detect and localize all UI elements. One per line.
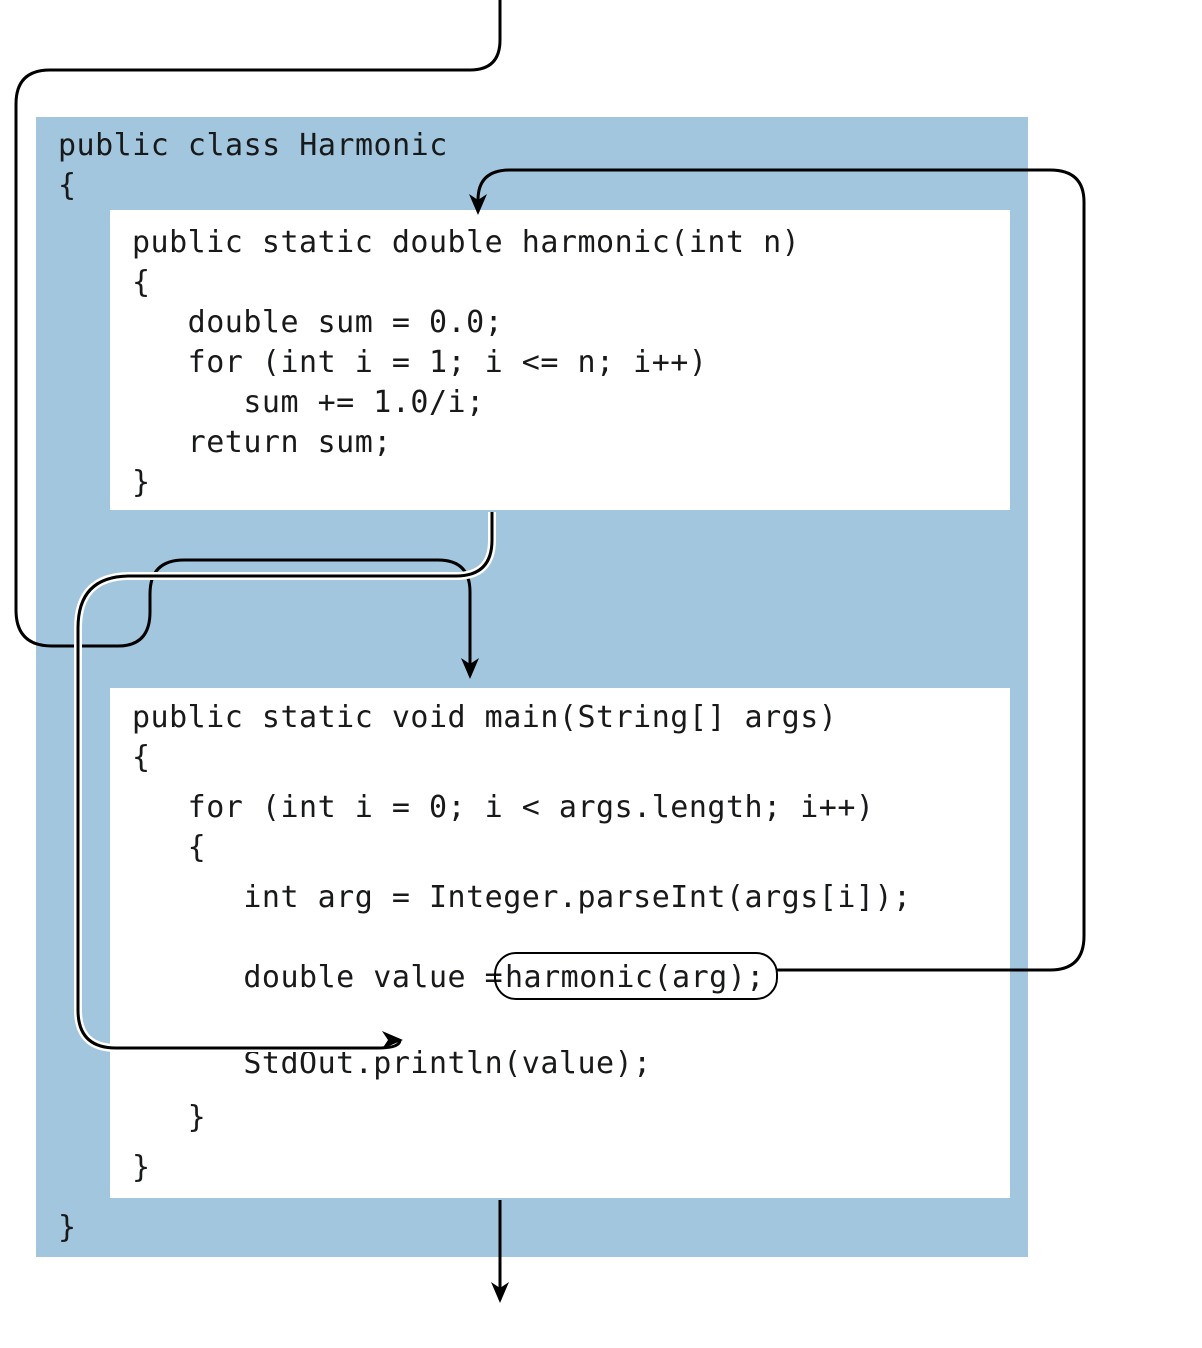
- harmonic-l2: {: [132, 265, 151, 300]
- class-decl-line-1: public class Harmonic: [58, 128, 448, 163]
- main-l3: for (int i = 0; i < args.length; i++): [132, 790, 874, 825]
- main-l6a: double value =: [132, 960, 522, 995]
- main-sig: public static void main(String[] args): [132, 700, 837, 735]
- harmonic-l5: sum += 1.0/i;: [132, 385, 485, 420]
- harmonic-l4: for (int i = 1; i <= n; i++): [132, 345, 707, 380]
- class-close-brace: }: [58, 1210, 77, 1245]
- harmonic-l3: double sum = 0.0;: [132, 305, 503, 340]
- harmonic-sig: public static double harmonic(int n): [132, 225, 800, 260]
- main-l2: {: [132, 740, 151, 775]
- class-decl-line-2: {: [58, 168, 77, 203]
- main-l8: }: [132, 1100, 206, 1135]
- main-l4: {: [132, 830, 206, 865]
- call-highlight: [494, 952, 778, 1000]
- main-l9: }: [132, 1150, 151, 1185]
- harmonic-l6: return sum;: [132, 425, 392, 460]
- harmonic-l7: }: [132, 465, 151, 500]
- main-method-box: [110, 688, 1010, 1198]
- diagram-canvas: public class Harmonic { } public static …: [0, 0, 1202, 1348]
- main-l5: int arg = Integer.parseInt(args[i]);: [132, 880, 912, 915]
- main-l7: StdOut.println(value);: [132, 1046, 652, 1081]
